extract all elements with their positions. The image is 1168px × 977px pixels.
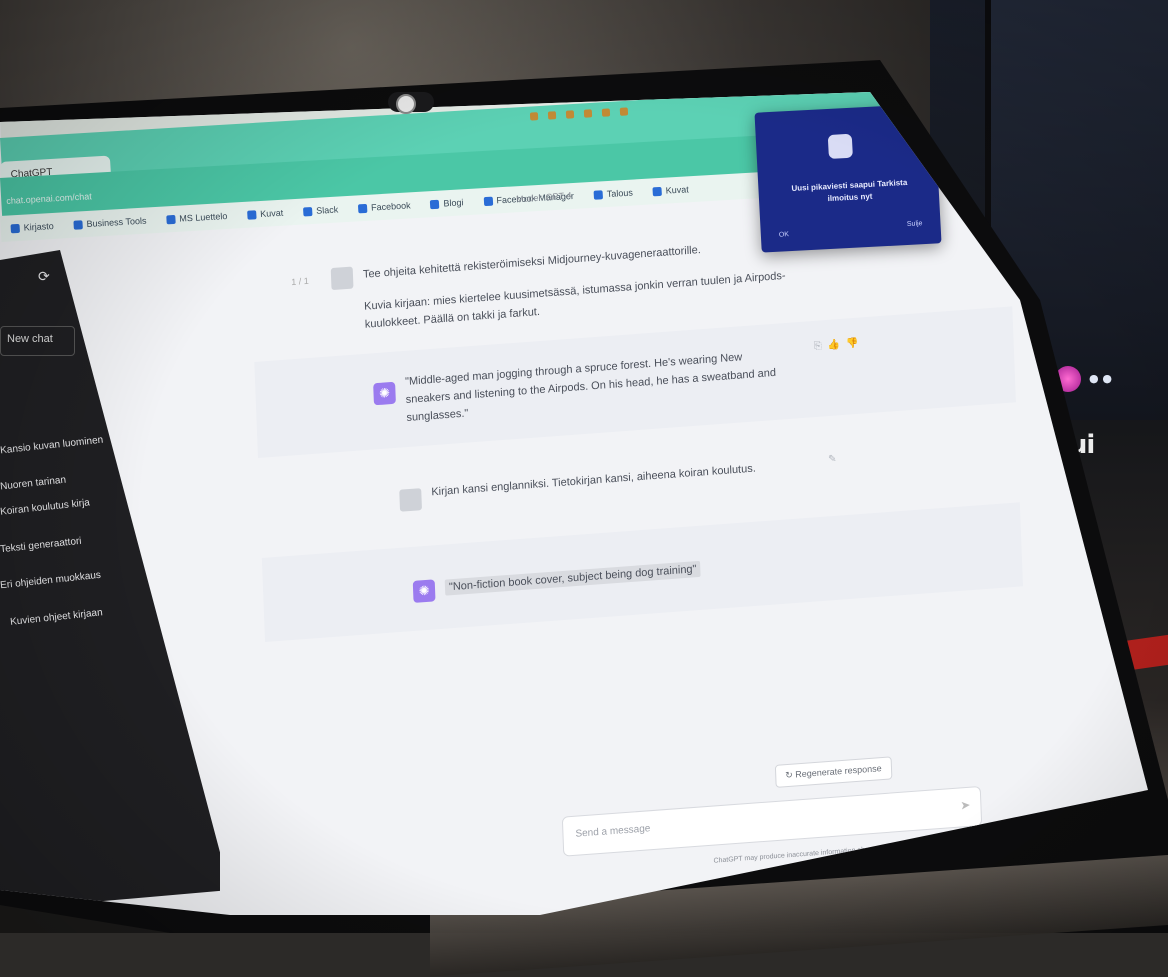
message-pager[interactable]: 1 / 1 xyxy=(291,276,309,287)
extension-icon[interactable] xyxy=(601,108,611,117)
bookmark-item[interactable]: Facebook xyxy=(358,200,411,213)
webcam-lens xyxy=(396,94,416,114)
extension-icon[interactable] xyxy=(529,112,539,121)
bookmark-item[interactable]: Slack xyxy=(303,204,339,216)
notification-app-icon xyxy=(827,133,853,159)
bookmark-item[interactable]: Blogi xyxy=(430,197,464,209)
message-input-placeholder: Send a message xyxy=(575,823,651,840)
edit-message-icon[interactable]: ✎ xyxy=(828,453,843,465)
assistant-message-text: "Non-fiction book cover, subject being d… xyxy=(444,560,701,596)
assistant-message: "Middle-aged man jogging through a spruc… xyxy=(404,351,777,424)
message-actions-icon[interactable]: ⎘👍👎 xyxy=(814,337,865,352)
chat-thread: Model: GPT-4 1 / 1 Tee ohjeita kehitettä… xyxy=(250,190,1033,890)
regenerate-button[interactable]: ↻ Regenerate response xyxy=(774,756,893,788)
bookmark-item[interactable]: Kirjasto xyxy=(10,221,54,234)
assistant-avatar-icon: ✺ xyxy=(373,381,396,406)
monitor-text: ● ● xyxy=(1089,372,1113,385)
new-chat-label: New chat xyxy=(7,333,53,345)
user-avatar xyxy=(330,266,354,291)
new-chat-button[interactable]: New chat xyxy=(0,326,75,356)
bookmark-item[interactable]: Talous xyxy=(594,187,634,199)
sidebar-toggle-icon[interactable]: ⟳ xyxy=(38,268,50,285)
assistant-avatar-icon: ✺ xyxy=(412,579,436,603)
user-message: Kirjan kansi englanniksi. Tietokirjan ka… xyxy=(431,462,756,499)
notification-ok-button[interactable]: OK xyxy=(779,231,789,239)
bookmark-item[interactable]: Kuvat xyxy=(247,208,284,220)
bookmark-item[interactable]: Business Tools xyxy=(73,216,146,230)
extension-icon[interactable] xyxy=(583,109,593,118)
extension-icon[interactable] xyxy=(547,111,557,120)
bookmark-item[interactable]: MS Luettelo xyxy=(166,211,228,225)
user-avatar xyxy=(399,488,423,512)
notification-close-button[interactable]: Sulje xyxy=(907,220,923,228)
regenerate-label: Regenerate response xyxy=(795,763,882,780)
notification-text: Uusi pikaviesti saapui Tarkista ilmoitus… xyxy=(791,177,908,204)
extension-icon[interactable] xyxy=(565,110,575,119)
bookmark-item[interactable]: Kuvat xyxy=(652,184,689,196)
assistant-message: "Non-fiction book cover, subject being d… xyxy=(444,560,701,597)
extension-icon[interactable] xyxy=(619,107,629,116)
send-icon[interactable]: ➤ xyxy=(960,798,971,813)
